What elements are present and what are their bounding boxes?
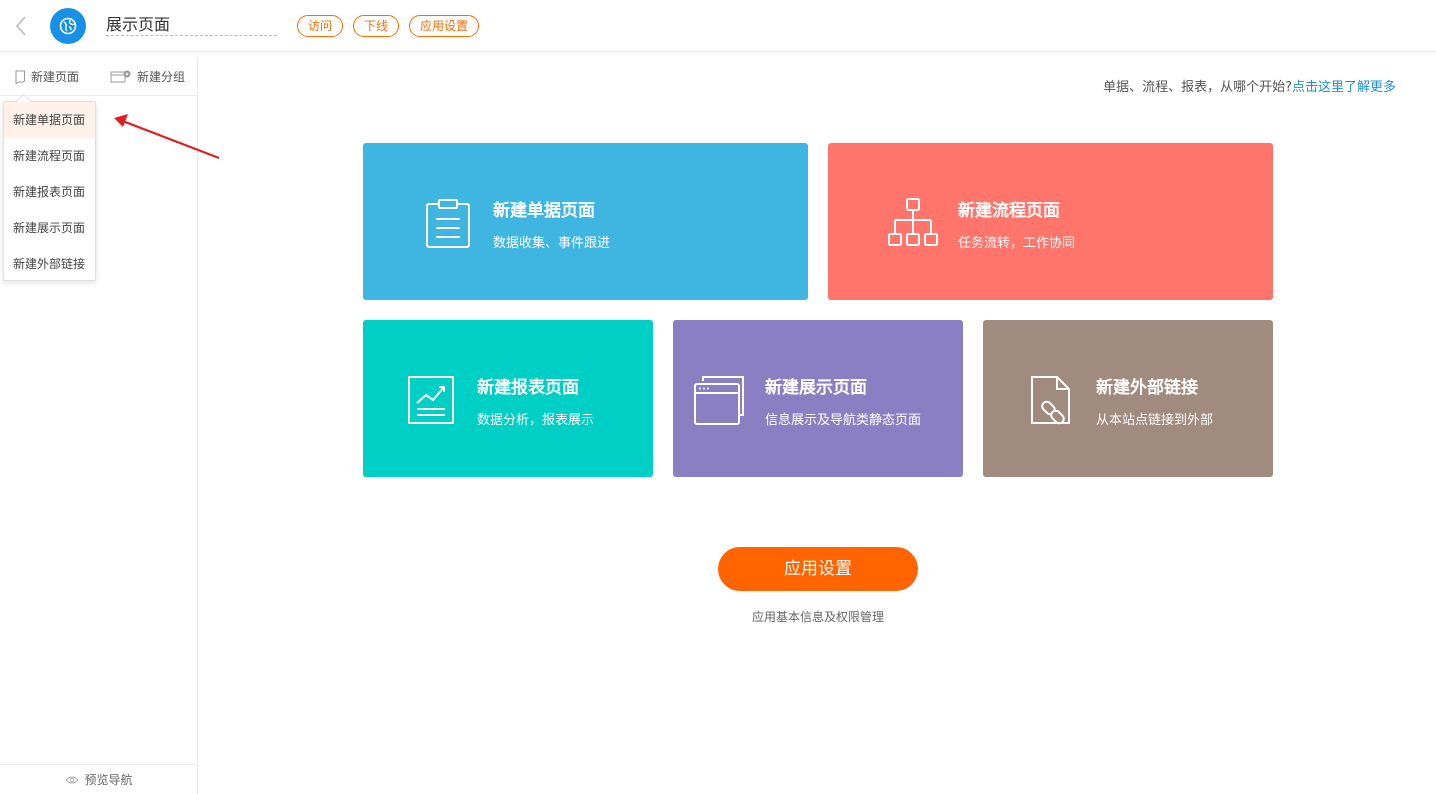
clipboard-icon — [426, 199, 470, 248]
new-page-dropdown-menu: 新建单据页面 新建流程页面 新建报表页面 新建展示页面 新建外部链接 — [3, 101, 96, 281]
chart-icon — [408, 376, 454, 424]
new-group-icon — [110, 70, 131, 82]
card-subtitle: 信息展示及导航类静态页面 — [765, 413, 922, 428]
card-new-process-page[interactable]: 新建流程页面 任务流转，工作协同 — [828, 143, 1273, 300]
new-page-icon — [15, 70, 25, 84]
card-title: 新建展示页面 — [765, 378, 867, 398]
new-page-button[interactable]: 新建页面 — [14, 68, 79, 85]
menu-item-new-external-link[interactable]: 新建外部链接 — [4, 246, 95, 282]
card-subtitle: 任务流转，工作协同 — [958, 236, 1076, 251]
sidebar: 新建页面 新建分组 新建单据页面 新建流程页面 新建报表页面 新建展示页面 新建… — [0, 58, 198, 794]
card-title: 新建报表页面 — [477, 378, 579, 398]
new-group-label: 新建分组 — [137, 70, 186, 84]
menu-item-new-display-page[interactable]: 新建展示页面 — [4, 210, 95, 246]
card-title: 新建单据页面 — [493, 201, 595, 221]
visit-button[interactable]: 访问 — [297, 15, 343, 37]
new-group-button[interactable]: 新建分组 — [110, 68, 185, 85]
page-title-input[interactable]: 展示页面 — [106, 14, 277, 36]
learn-more-link[interactable]: 点击这里了解更多 — [1292, 80, 1396, 95]
card-new-report-page[interactable]: 新建报表页面 数据分析，报表展示 — [363, 320, 653, 477]
help-text: 单据、流程、报表，从哪个开始?点击这里了解更多 — [1103, 76, 1396, 95]
preview-nav-label: 预览导航 — [84, 773, 133, 787]
help-question: 单据、流程、报表，从哪个开始? — [1103, 80, 1292, 95]
card-new-external-link[interactable]: 新建外部链接 从本站点链接到外部 — [983, 320, 1273, 477]
eye-icon — [65, 776, 80, 783]
back-chevron-icon[interactable] — [11, 13, 31, 39]
document-link-icon — [1031, 376, 1070, 425]
top-header: 展示页面 访问 下线 应用设置 — [0, 0, 1436, 52]
card-subtitle: 数据收集、事件跟进 — [493, 236, 611, 251]
menu-item-new-form-page[interactable]: 新建单据页面 — [4, 102, 95, 138]
app-settings-button[interactable]: 应用设置 — [718, 547, 918, 591]
globe-icon[interactable] — [50, 8, 86, 44]
card-new-form-page[interactable]: 新建单据页面 数据收集、事件跟进 — [363, 143, 808, 300]
org-chart-icon — [888, 198, 938, 246]
app-settings-tag-button[interactable]: 应用设置 — [409, 15, 479, 37]
new-page-label: 新建页面 — [31, 70, 80, 84]
card-title: 新建外部链接 — [1096, 378, 1198, 398]
preview-nav-button[interactable]: 预览导航 — [0, 764, 198, 794]
menu-item-new-process-page[interactable]: 新建流程页面 — [4, 138, 95, 174]
menu-item-new-report-page[interactable]: 新建报表页面 — [4, 174, 95, 210]
card-new-display-page[interactable]: 新建展示页面 信息展示及导航类静态页面 — [673, 320, 963, 477]
browser-window-icon — [694, 376, 744, 425]
card-subtitle: 数据分析，报表展示 — [477, 413, 595, 428]
annotation-arrow-icon — [114, 114, 220, 160]
app-settings-description: 应用基本信息及权限管理 — [751, 610, 884, 624]
sidebar-toolbar: 新建页面 新建分组 — [0, 58, 198, 96]
card-title: 新建流程页面 — [958, 201, 1060, 221]
offline-button[interactable]: 下线 — [353, 15, 399, 37]
card-subtitle: 从本站点链接到外部 — [1096, 413, 1214, 428]
